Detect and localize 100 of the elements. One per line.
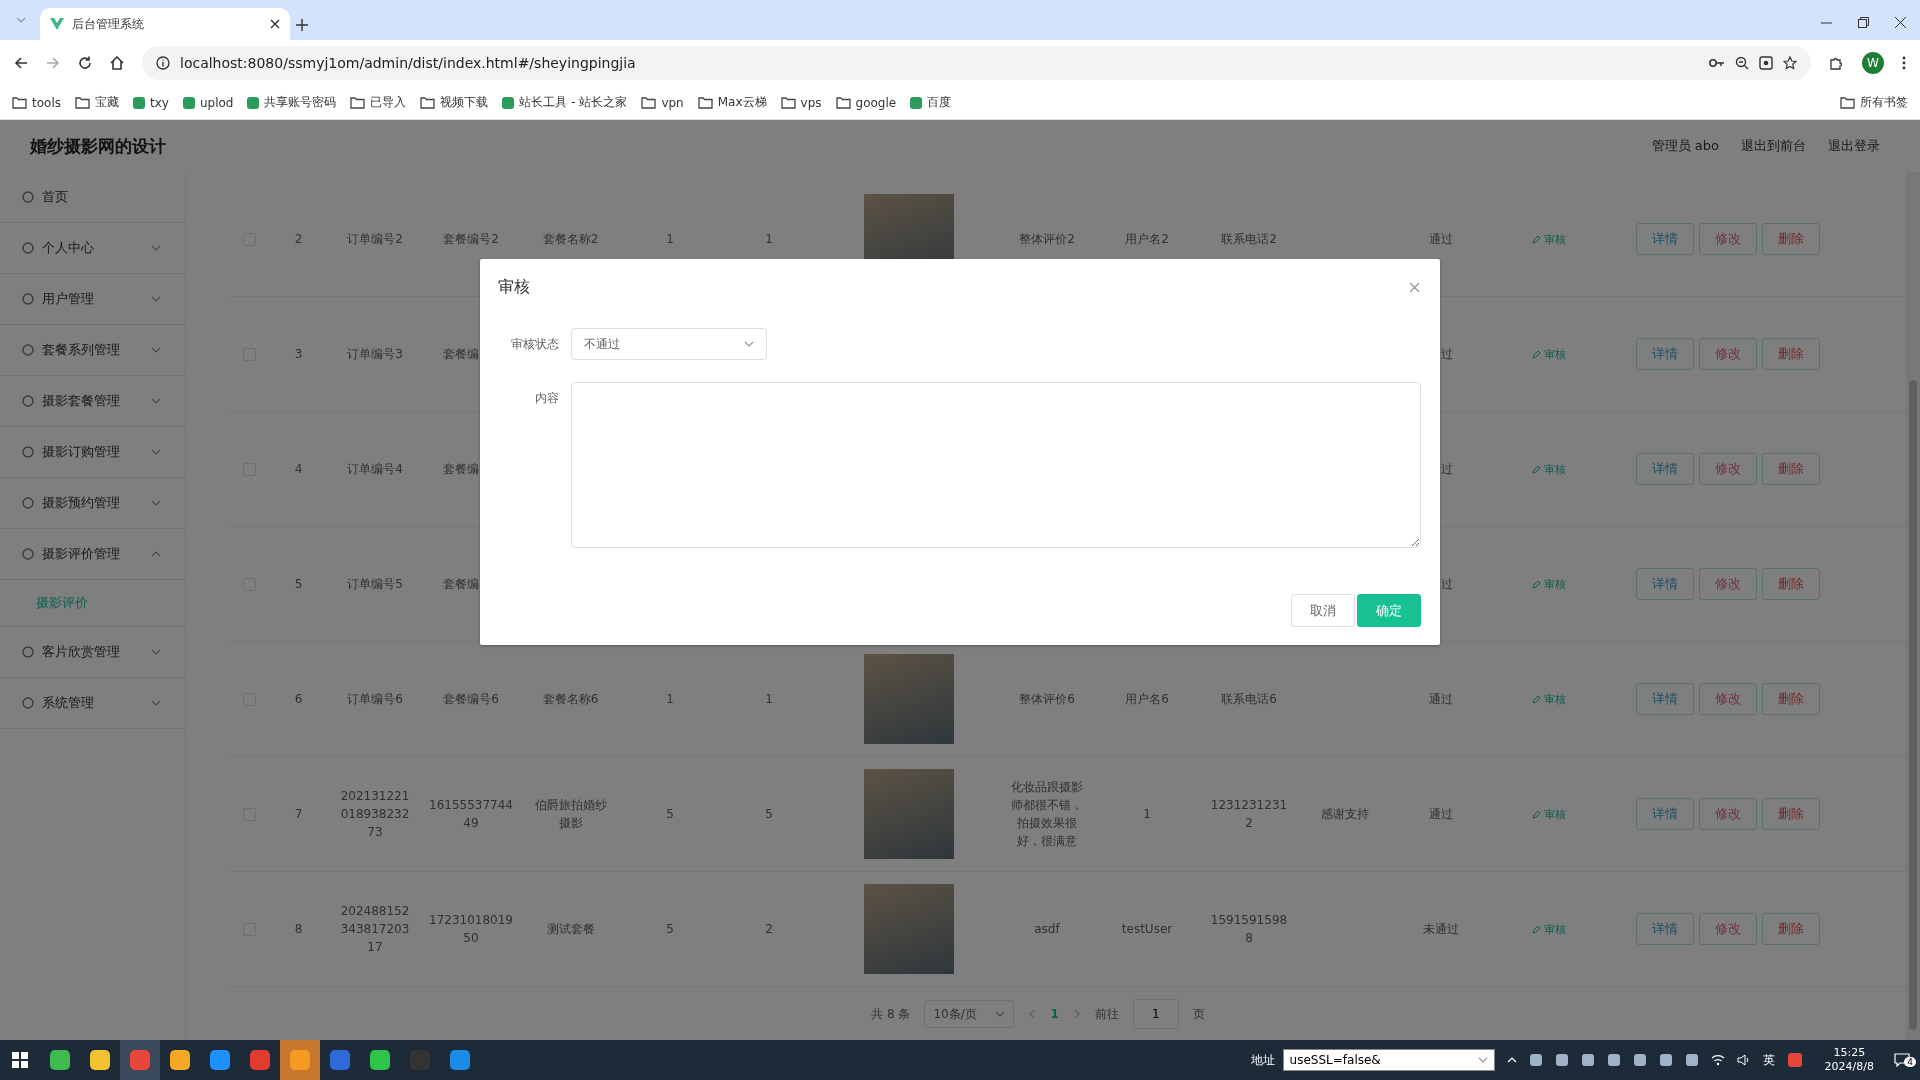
- restore-icon[interactable]: [1858, 17, 1869, 28]
- table-cell-text: 5: [665, 921, 675, 938]
- detail-button[interactable]: 详情: [1636, 338, 1694, 370]
- detail-button[interactable]: 详情: [1636, 798, 1694, 830]
- tray-icon[interactable]: [1528, 1053, 1543, 1067]
- scrollbar[interactable]: [1906, 172, 1920, 1040]
- more-icon[interactable]: [1902, 56, 1906, 70]
- header-link[interactable]: 管理员 abo: [1651, 137, 1719, 155]
- sidebar-item[interactable]: 摄影评价管理: [0, 529, 185, 580]
- reload-icon[interactable]: [78, 56, 92, 70]
- chevron-up-icon[interactable]: [1506, 1057, 1517, 1063]
- bookmark[interactable]: Max云梯: [697, 94, 767, 111]
- delete-button[interactable]: 删除: [1762, 338, 1820, 370]
- app-icon[interactable]: [209, 1049, 231, 1071]
- sidebar-item[interactable]: 套餐系列管理: [0, 325, 185, 376]
- bookmark[interactable]: 百度: [910, 94, 952, 111]
- app-icon[interactable]: [169, 1049, 191, 1071]
- detail-button[interactable]: 详情: [1636, 453, 1694, 485]
- confirm-button[interactable]: 确定: [1357, 594, 1421, 627]
- sidebar-item[interactable]: 客片欣赏管理: [0, 627, 185, 678]
- sidebar-item[interactable]: 摄影预约管理: [0, 478, 185, 529]
- site-icon: [910, 96, 923, 109]
- page-input[interactable]: 1: [1132, 999, 1179, 1029]
- wifi-icon[interactable]: [1710, 1054, 1725, 1066]
- address-field[interactable]: useSSL=false&: [1282, 1049, 1495, 1071]
- sidebar-item[interactable]: 用户管理: [0, 274, 185, 325]
- bookmark[interactable]: google: [835, 95, 897, 110]
- delete-button[interactable]: 删除: [1762, 568, 1820, 600]
- screenshot-icon[interactable]: [1759, 56, 1773, 70]
- zoom-icon[interactable]: [1735, 56, 1749, 70]
- tray-icon[interactable]: [1606, 1053, 1621, 1067]
- table-cell-text: 套餐编: [442, 461, 480, 478]
- bookmark[interactable]: uplod: [182, 95, 234, 110]
- windows-icon[interactable]: [12, 1052, 28, 1068]
- close-icon[interactable]: [270, 19, 280, 29]
- bookmark[interactable]: vpn: [641, 95, 684, 110]
- bookmark[interactable]: 宝藏: [75, 94, 119, 111]
- tray-icon[interactable]: [1580, 1053, 1595, 1067]
- edit-button[interactable]: 修改: [1699, 683, 1757, 715]
- bookmark[interactable]: vps: [780, 95, 822, 110]
- page-size-select[interactable]: 10条/页: [924, 1000, 1015, 1028]
- address-bar[interactable]: localhost:8080/ssmyj1om/admin/dist/index.html#/sheyingpingjia: [142, 46, 1811, 80]
- app-icon[interactable]: [49, 1049, 71, 1071]
- bookmark[interactable]: 共享账号密码: [247, 94, 337, 111]
- table-cell-text: 20213122101893823273: [339, 788, 411, 841]
- profile-avatar[interactable]: W: [1862, 52, 1884, 74]
- edit-button[interactable]: 修改: [1699, 453, 1757, 485]
- browser-tab[interactable]: 后台管理系统: [40, 8, 290, 40]
- header-link[interactable]: 退出登录: [1828, 137, 1880, 155]
- all-bookmarks[interactable]: 所有书签: [1840, 94, 1908, 111]
- table-cell-text: 整体评价6: [1018, 691, 1076, 708]
- bookmark[interactable]: 视频下载: [420, 94, 489, 111]
- edit-button[interactable]: 修改: [1699, 338, 1757, 370]
- app-icon[interactable]: [369, 1049, 391, 1071]
- delete-button[interactable]: 删除: [1762, 223, 1820, 255]
- edit-button[interactable]: 修改: [1699, 568, 1757, 600]
- star-icon[interactable]: [1783, 56, 1797, 70]
- back-arrow-icon[interactable]: [14, 56, 28, 70]
- home-icon[interactable]: [110, 56, 124, 70]
- input-method[interactable]: 英: [1762, 1051, 1775, 1069]
- sidebar-item[interactable]: 摄影订购管理: [0, 427, 185, 478]
- status-select[interactable]: 不通过: [571, 328, 767, 360]
- edit-button[interactable]: 修改: [1699, 223, 1757, 255]
- sidebar-item[interactable]: 首页: [0, 172, 185, 223]
- sidebar-item[interactable]: 个人中心: [0, 223, 185, 274]
- new-tab-icon[interactable]: [296, 19, 308, 31]
- tray-icon[interactable]: [1684, 1053, 1699, 1067]
- key-icon[interactable]: [1709, 58, 1725, 68]
- bookmark[interactable]: 已导入: [350, 94, 407, 111]
- app-icon[interactable]: [89, 1049, 111, 1071]
- app-icon[interactable]: [449, 1049, 471, 1071]
- tray-icon[interactable]: [1658, 1053, 1673, 1067]
- tray-icon[interactable]: [1554, 1053, 1569, 1067]
- speaker-icon[interactable]: [1736, 1054, 1751, 1066]
- cancel-button[interactable]: 取消: [1291, 594, 1355, 627]
- edit-button[interactable]: 修改: [1699, 913, 1757, 945]
- delete-button[interactable]: 删除: [1762, 798, 1820, 830]
- bookmark[interactable]: 站长工具 - 站长之家: [502, 94, 628, 111]
- folder-icon: [780, 96, 796, 109]
- puzzle-icon[interactable]: [1829, 55, 1844, 71]
- sidebar-item[interactable]: 摄影套餐管理: [0, 376, 185, 427]
- tray-icon[interactable]: [1632, 1053, 1647, 1067]
- detail-button[interactable]: 详情: [1636, 683, 1694, 715]
- bookmark[interactable]: tools: [12, 95, 61, 110]
- close-button[interactable]: [1409, 282, 1420, 293]
- delete-button[interactable]: 删除: [1762, 683, 1820, 715]
- bookmark[interactable]: txy: [133, 95, 169, 110]
- delete-button[interactable]: 删除: [1762, 913, 1820, 945]
- sidebar-item[interactable]: 系统管理: [0, 678, 185, 729]
- clock[interactable]: 15:25 2024/8/8: [1814, 1046, 1884, 1074]
- delete-button[interactable]: 删除: [1762, 453, 1820, 485]
- detail-button[interactable]: 详情: [1636, 568, 1694, 600]
- app-icon[interactable]: [1786, 1052, 1803, 1068]
- header-link[interactable]: 退出到前台: [1741, 137, 1806, 155]
- chevron-icon: [151, 700, 161, 706]
- content-field[interactable]: [571, 382, 1421, 548]
- edit-button[interactable]: 修改: [1699, 798, 1757, 830]
- detail-button[interactable]: 详情: [1636, 913, 1694, 945]
- detail-button[interactable]: 详情: [1636, 223, 1694, 255]
- close-icon[interactable]: [1895, 17, 1906, 28]
